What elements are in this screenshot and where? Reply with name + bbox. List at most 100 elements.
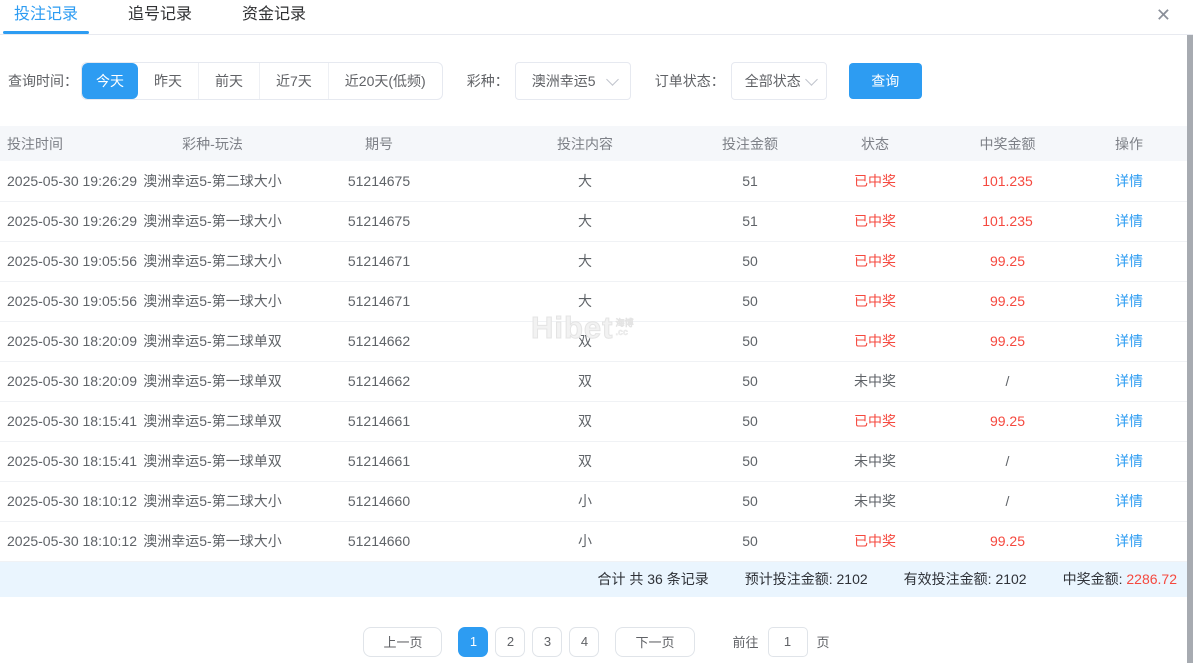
cell-time: 2025-05-30 19:26:29 (0, 201, 137, 241)
cell-issue: 51214660 (288, 521, 470, 561)
cell-game: 澳洲幸运5-第一球单双 (137, 441, 288, 481)
lottery-select[interactable]: 澳洲幸运5 (515, 62, 631, 100)
page-numbers: 1234 (458, 627, 599, 657)
cell-status: 已中奖 (800, 161, 950, 201)
cell-time: 2025-05-30 18:10:12 (0, 481, 137, 521)
cell-status: 已中奖 (800, 281, 950, 321)
table-row: 2025-05-30 18:20:09澳洲幸运5-第二球单双51214662双5… (0, 321, 1193, 361)
cell-action: 详情 (1065, 401, 1193, 441)
detail-link[interactable]: 详情 (1115, 493, 1143, 509)
detail-link[interactable]: 详情 (1115, 253, 1143, 269)
time-option-day-before[interactable]: 前天 (198, 63, 259, 99)
detail-link[interactable]: 详情 (1115, 173, 1143, 189)
prev-page-button[interactable]: 上一页 (363, 627, 442, 657)
detail-link[interactable]: 详情 (1115, 333, 1143, 349)
cell-content: 双 (470, 361, 700, 401)
scrollbar[interactable] (1187, 35, 1193, 663)
cell-issue: 51214660 (288, 481, 470, 521)
detail-link[interactable]: 详情 (1115, 213, 1143, 229)
cell-status: 未中奖 (800, 481, 950, 521)
tab-funds-records[interactable]: 资金记录 (238, 0, 310, 34)
cell-prize: / (950, 481, 1065, 521)
cell-amount: 51 (700, 161, 800, 201)
cell-game: 澳洲幸运5-第二球单双 (137, 401, 288, 441)
time-option-last7days[interactable]: 近7天 (259, 63, 328, 99)
time-option-last20days[interactable]: 近20天(低频) (328, 63, 442, 99)
time-option-today[interactable]: 今天 (82, 63, 138, 99)
cell-status: 已中奖 (800, 401, 950, 441)
cell-amount: 50 (700, 241, 800, 281)
summary-total: 合计 共 36 条记录 (597, 569, 708, 589)
summary-valid-amount: 有效投注金额: 2102 (904, 569, 1027, 589)
tabs: 投注记录 追号记录 资金记录 (0, 0, 310, 34)
close-icon[interactable]: ✕ (1156, 1, 1171, 29)
table-row: 2025-05-30 18:20:09澳洲幸运5-第一球单双51214662双5… (0, 361, 1193, 401)
query-button[interactable]: 查询 (849, 63, 922, 99)
column-header: 状态 (800, 126, 950, 161)
cell-content: 大 (470, 201, 700, 241)
cell-content: 双 (470, 441, 700, 481)
cell-issue: 51214675 (288, 201, 470, 241)
time-option-yesterday[interactable]: 昨天 (138, 63, 198, 99)
cell-status: 已中奖 (800, 241, 950, 281)
cell-amount: 50 (700, 521, 800, 561)
next-page-button[interactable]: 下一页 (615, 627, 694, 657)
order-status-value: 全部状态 (745, 71, 801, 91)
records-table: 投注时间彩种-玩法期号投注内容投注金额状态中奖金额操作 2025-05-30 1… (0, 126, 1193, 562)
detail-link[interactable]: 详情 (1115, 453, 1143, 469)
cell-amount: 50 (700, 441, 800, 481)
cell-game: 澳洲幸运5-第二球单双 (137, 321, 288, 361)
cell-game: 澳洲幸运5-第一球单双 (137, 361, 288, 401)
chevron-down-icon (805, 73, 818, 86)
page-button-1[interactable]: 1 (458, 627, 488, 657)
cell-status: 已中奖 (800, 521, 950, 561)
tab-chase-records[interactable]: 追号记录 (124, 0, 196, 34)
filter-bar: 查询时间： 今天昨天前天近7天近20天(低频) 彩种： 澳洲幸运5 订单状态： … (8, 62, 1193, 100)
cell-content: 双 (470, 401, 700, 441)
betting-records-panel: 投注记录 追号记录 资金记录 ✕ 查询时间： 今天昨天前天近7天近20天(低频) 彩… (0, 0, 1193, 657)
page-button-4[interactable]: 4 (569, 627, 599, 657)
cell-game: 澳洲幸运5-第二球大小 (137, 241, 288, 281)
page-button-3[interactable]: 3 (532, 627, 562, 657)
order-status-select[interactable]: 全部状态 (731, 62, 827, 100)
cell-action: 详情 (1065, 481, 1193, 521)
goto-label: 前往 (733, 632, 759, 651)
goto-suffix: 页 (817, 632, 830, 651)
cell-issue: 51214661 (288, 441, 470, 481)
cell-amount: 50 (700, 321, 800, 361)
cell-amount: 50 (700, 361, 800, 401)
cell-prize: 99.25 (950, 281, 1065, 321)
cell-action: 详情 (1065, 281, 1193, 321)
column-header: 期号 (288, 126, 470, 161)
table-row: 2025-05-30 18:15:41澳洲幸运5-第一球单双51214661双5… (0, 441, 1193, 481)
pagination: 上一页 1234 下一页 前往 页 (0, 627, 1193, 657)
cell-game: 澳洲幸运5-第二球大小 (137, 481, 288, 521)
cell-content: 大 (470, 281, 700, 321)
table-row: 2025-05-30 18:10:12澳洲幸运5-第二球大小51214660小5… (0, 481, 1193, 521)
detail-link[interactable]: 详情 (1115, 373, 1143, 389)
detail-link[interactable]: 详情 (1115, 293, 1143, 309)
cell-issue: 51214675 (288, 161, 470, 201)
cell-time: 2025-05-30 19:05:56 (0, 241, 137, 281)
goto-page-input[interactable] (768, 627, 808, 657)
column-header: 投注时间 (0, 126, 137, 161)
detail-link[interactable]: 详情 (1115, 413, 1143, 429)
cell-action: 详情 (1065, 161, 1193, 201)
page-button-2[interactable]: 2 (495, 627, 525, 657)
detail-link[interactable]: 详情 (1115, 533, 1143, 549)
column-header: 投注内容 (470, 126, 700, 161)
cell-prize: 99.25 (950, 241, 1065, 281)
table-row: 2025-05-30 19:26:29澳洲幸运5-第一球大小51214675大5… (0, 201, 1193, 241)
table-row: 2025-05-30 18:10:12澳洲幸运5-第一球大小51214660小5… (0, 521, 1193, 561)
cell-game: 澳洲幸运5-第一球大小 (137, 521, 288, 561)
cell-issue: 51214662 (288, 361, 470, 401)
cell-status: 未中奖 (800, 361, 950, 401)
lottery-label: 彩种： (467, 71, 509, 91)
time-filter-group: 今天昨天前天近7天近20天(低频) (81, 62, 443, 100)
chevron-down-icon (606, 73, 619, 86)
tab-betting-records[interactable]: 投注记录 (10, 0, 82, 34)
cell-content: 大 (470, 161, 700, 201)
cell-action: 详情 (1065, 241, 1193, 281)
column-header: 彩种-玩法 (137, 126, 288, 161)
cell-status: 已中奖 (800, 201, 950, 241)
